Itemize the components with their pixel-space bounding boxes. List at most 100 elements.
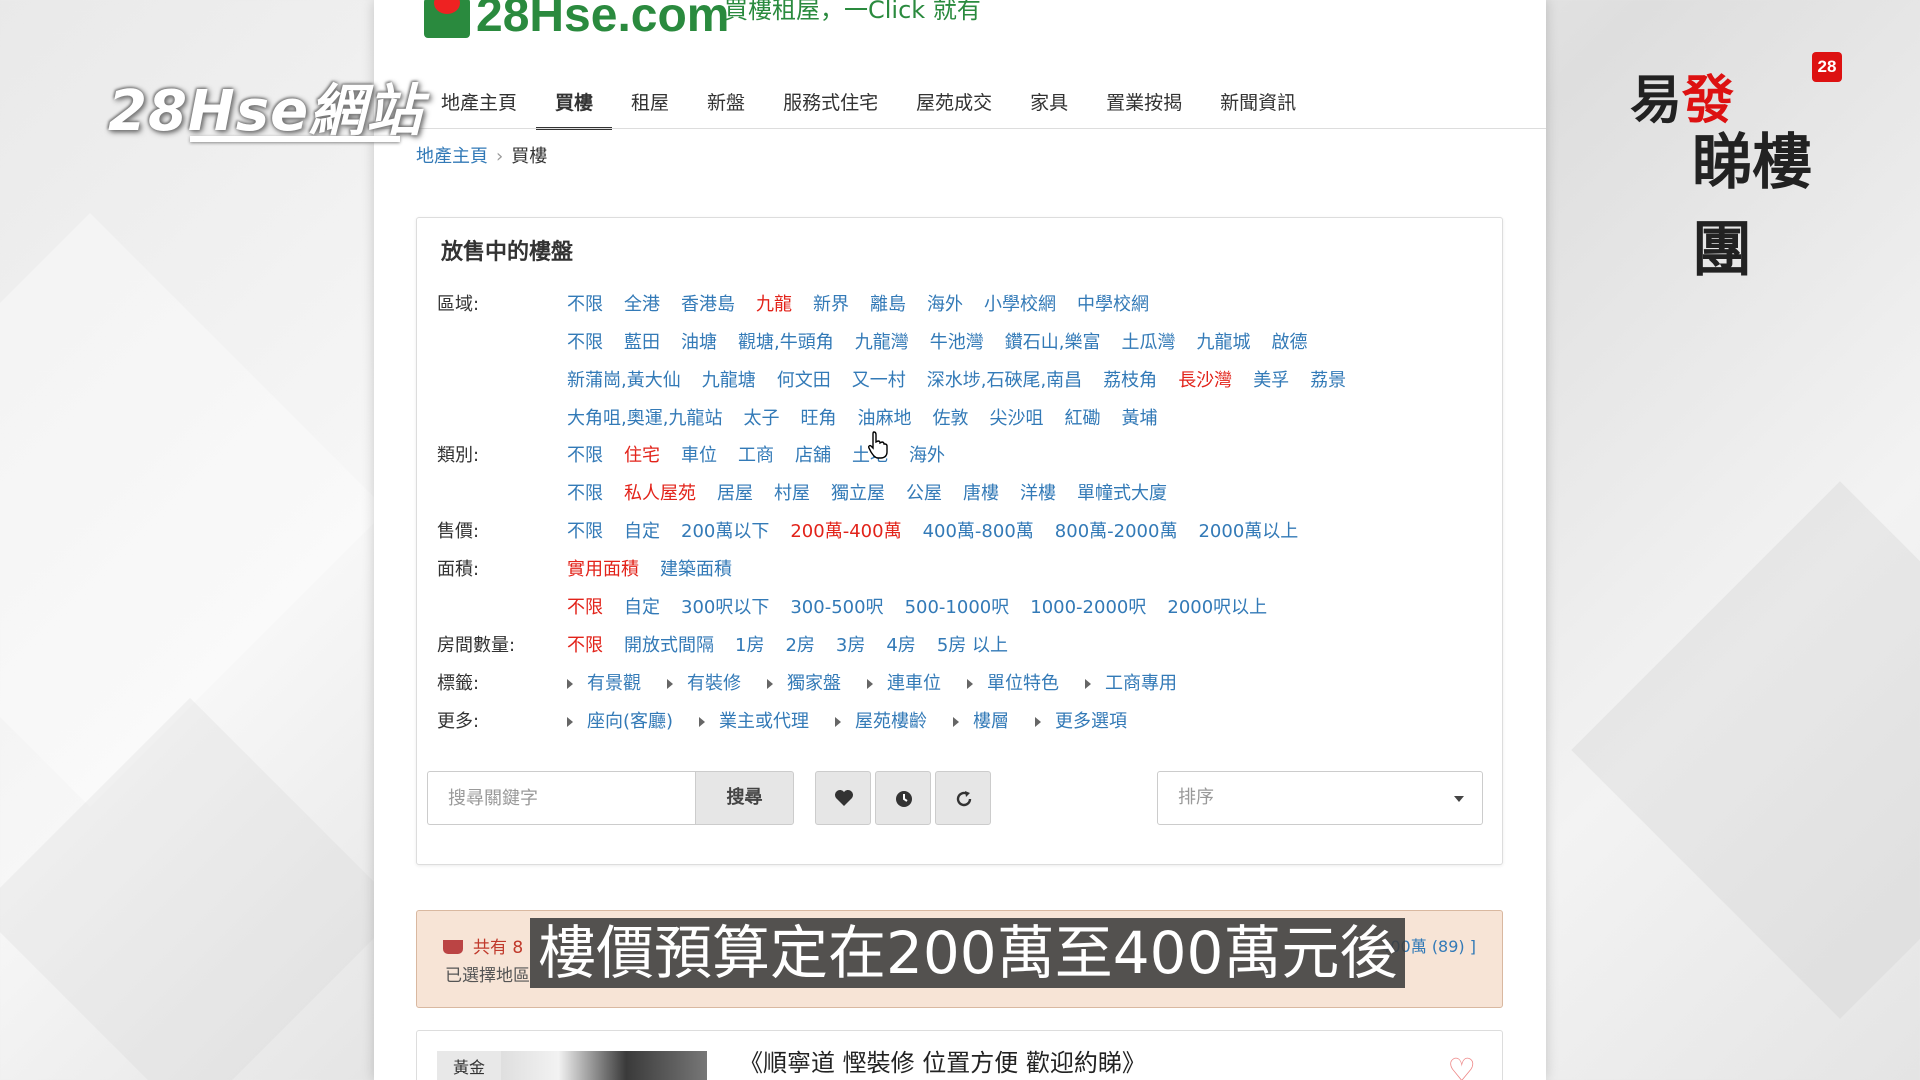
filter-dropdown-option[interactable]: 屋苑樓齡: [835, 707, 927, 733]
nav-item-6[interactable]: 家具: [1011, 76, 1087, 130]
filter-option[interactable]: 500-1000呎: [905, 593, 1010, 619]
filter-option[interactable]: 獨立屋: [831, 479, 885, 505]
filter-option[interactable]: 自定: [624, 593, 660, 619]
filter-option[interactable]: 長沙灣: [1178, 366, 1232, 392]
filter-option[interactable]: 不限: [567, 631, 603, 657]
filter-option[interactable]: 美孚: [1253, 366, 1289, 392]
filter-option[interactable]: 300-500呎: [790, 593, 883, 619]
filter-option[interactable]: 九龍灣: [855, 328, 909, 354]
filter-option[interactable]: 海外: [909, 441, 945, 467]
filter-option[interactable]: 黃埔: [1121, 404, 1157, 430]
filter-option[interactable]: 3房: [836, 631, 865, 657]
nav-item-3[interactable]: 新盤: [688, 76, 764, 130]
filter-option[interactable]: 深水埗,石硤尾,南昌: [927, 366, 1082, 392]
filter-option[interactable]: 公屋: [906, 479, 942, 505]
filter-dropdown-option[interactable]: 更多選項: [1035, 707, 1127, 733]
filter-option[interactable]: 2000萬以上: [1198, 517, 1298, 543]
filter-option[interactable]: 200萬以下: [681, 517, 769, 543]
filter-option[interactable]: 800萬-2000萬: [1055, 517, 1178, 543]
filter-option[interactable]: 不限: [567, 593, 603, 619]
filter-option[interactable]: 九龍: [756, 290, 792, 316]
filter-option[interactable]: 400萬-800萬: [923, 517, 1034, 543]
filter-option[interactable]: 洋樓: [1020, 479, 1056, 505]
filter-option[interactable]: 工商: [738, 441, 774, 467]
filter-option[interactable]: 4房: [886, 631, 915, 657]
sort-select[interactable]: 排序: [1157, 771, 1483, 825]
history-button[interactable]: [875, 771, 931, 825]
filter-option[interactable]: 不限: [567, 517, 603, 543]
filter-option[interactable]: 自定: [624, 517, 660, 543]
filter-option[interactable]: 1000-2000呎: [1030, 593, 1146, 619]
filter-option[interactable]: 油麻地: [857, 404, 911, 430]
reset-button[interactable]: [935, 771, 991, 825]
filter-option[interactable]: 車位: [681, 441, 717, 467]
filter-option[interactable]: 開放式間隔: [624, 631, 714, 657]
filter-option[interactable]: 實用面積: [567, 555, 639, 581]
filter-option[interactable]: 1房: [735, 631, 764, 657]
filter-option[interactable]: 唐樓: [963, 479, 999, 505]
filter-option[interactable]: 佐敦: [932, 404, 968, 430]
nav-item-4[interactable]: 服務式住宅: [764, 76, 897, 130]
filter-option[interactable]: 油塘: [681, 328, 717, 354]
filter-option[interactable]: 5房 以上: [937, 631, 1008, 657]
favorite-button[interactable]: [815, 771, 871, 825]
filter-option[interactable]: 紅磡: [1064, 404, 1100, 430]
filter-option[interactable]: 旺角: [800, 404, 836, 430]
listing-card[interactable]: 黃金 《順寧道 慳裝修 位置方便 歡迎約睇》 ♡: [416, 1030, 1503, 1080]
filter-option[interactable]: 牛池灣: [930, 328, 984, 354]
nav-item-1[interactable]: 買樓: [536, 76, 613, 130]
filter-dropdown-option[interactable]: 連車位: [867, 669, 941, 695]
filter-option[interactable]: 新蒲崗,黃大仙: [567, 366, 681, 392]
filter-option[interactable]: 大角咀,奧運,九龍站: [567, 404, 722, 430]
filter-option[interactable]: 店舖: [795, 441, 831, 467]
filter-option[interactable]: 九龍城: [1196, 328, 1250, 354]
filter-option[interactable]: 小學校網: [984, 290, 1056, 316]
search-button[interactable]: 搜尋: [695, 771, 794, 825]
nav-item-8[interactable]: 新聞資訊: [1201, 76, 1315, 130]
filter-option[interactable]: 居屋: [717, 479, 753, 505]
listing-title[interactable]: 《順寧道 慳裝修 位置方便 歡迎約睇》: [739, 1043, 1146, 1078]
nav-item-7[interactable]: 置業按揭: [1087, 76, 1201, 130]
filter-option[interactable]: 建築面積: [660, 555, 732, 581]
filter-option[interactable]: 不限: [567, 441, 603, 467]
filter-option[interactable]: 不限: [567, 479, 603, 505]
filter-dropdown-option[interactable]: 單位特色: [967, 669, 1059, 695]
filter-option[interactable]: 不限: [567, 328, 603, 354]
filter-dropdown-option[interactable]: 樓層: [953, 707, 1009, 733]
filter-option[interactable]: 土瓜灣: [1121, 328, 1175, 354]
site-logo[interactable]: 28Hse.com: [424, 0, 729, 43]
filter-option[interactable]: 中學校網: [1077, 290, 1149, 316]
filter-option[interactable]: 藍田: [624, 328, 660, 354]
filter-option[interactable]: 荔景: [1310, 366, 1346, 392]
filter-option[interactable]: 又一村: [852, 366, 906, 392]
filter-option[interactable]: 全港: [624, 290, 660, 316]
filter-option[interactable]: 村屋: [774, 479, 810, 505]
filter-option[interactable]: 海外: [927, 290, 963, 316]
filter-dropdown-option[interactable]: 業主或代理: [699, 707, 809, 733]
filter-dropdown-option[interactable]: 座向(客廳): [567, 707, 673, 733]
nav-item-0[interactable]: 地產主頁: [422, 76, 536, 130]
filter-option[interactable]: 香港島: [681, 290, 735, 316]
nav-item-2[interactable]: 租屋: [612, 76, 688, 130]
search-input[interactable]: 搜尋關鍵字: [427, 771, 695, 825]
filter-option[interactable]: 300呎以下: [681, 593, 769, 619]
filter-dropdown-option[interactable]: 獨家盤: [767, 669, 841, 695]
filter-option[interactable]: 離島: [870, 290, 906, 316]
filter-option[interactable]: 何文田: [777, 366, 831, 392]
filter-option[interactable]: 啟德: [1271, 328, 1307, 354]
nav-item-5[interactable]: 屋苑成交: [897, 76, 1011, 130]
filter-option[interactable]: 新界: [813, 290, 849, 316]
heart-outline-icon[interactable]: ♡: [1447, 1051, 1476, 1080]
filter-option[interactable]: 200萬-400萬: [790, 517, 901, 543]
filter-option[interactable]: 單幢式大廈: [1077, 479, 1167, 505]
filter-dropdown-option[interactable]: 工商專用: [1085, 669, 1177, 695]
filter-option[interactable]: 2000呎以上: [1167, 593, 1267, 619]
filter-option[interactable]: 太子: [743, 404, 779, 430]
filter-option[interactable]: 不限: [567, 290, 603, 316]
filter-option[interactable]: 荔枝角: [1103, 366, 1157, 392]
filter-option[interactable]: 尖沙咀: [989, 404, 1043, 430]
filter-option[interactable]: 私人屋苑: [624, 479, 696, 505]
filter-dropdown-option[interactable]: 有景觀: [567, 669, 641, 695]
filter-option[interactable]: 鑽石山,樂富: [1005, 328, 1101, 354]
filter-option[interactable]: 觀塘,牛頭角: [738, 328, 834, 354]
